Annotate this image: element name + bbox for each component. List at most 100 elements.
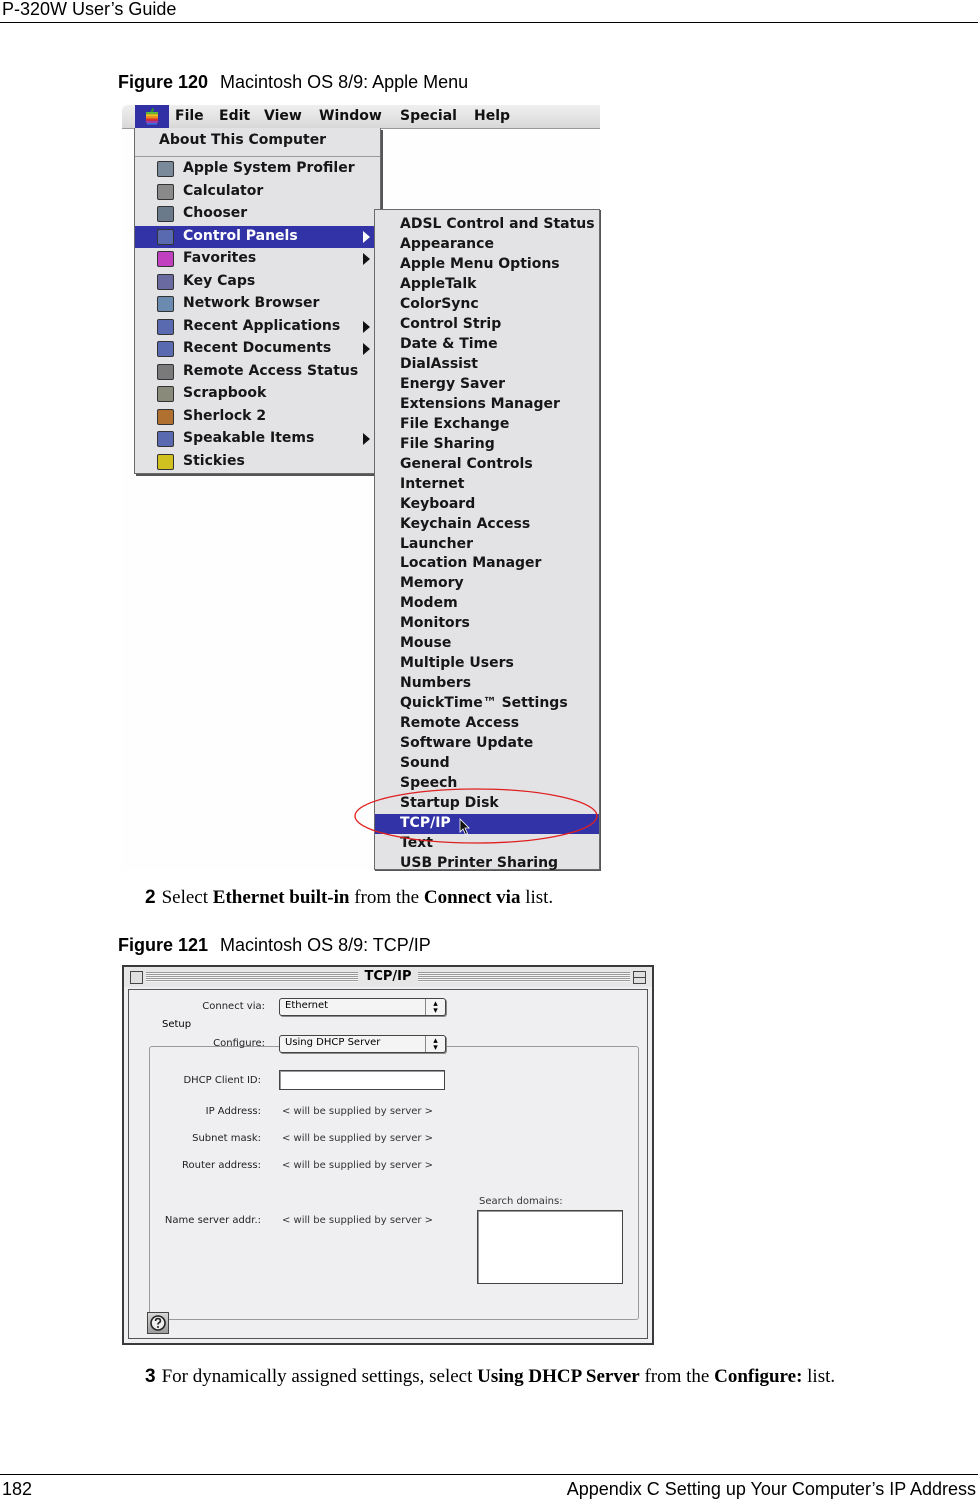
apple-menu-item[interactable]: Control Panels: [135, 225, 380, 248]
control-panel-item[interactable]: File Exchange: [375, 415, 599, 435]
about-this-computer-item[interactable]: About This Computer: [135, 128, 380, 157]
control-panels-folder-icon: [157, 228, 174, 245]
step-text: Select: [161, 887, 213, 908]
control-panel-item[interactable]: USB Printer Sharing: [375, 854, 599, 874]
menu-item-label: Network Browser: [183, 295, 320, 311]
apple-menu-item[interactable]: Recent Applications: [135, 316, 380, 338]
menu-view[interactable]: View: [264, 108, 302, 124]
menu-help[interactable]: Help: [474, 108, 510, 124]
control-panel-item[interactable]: ADSL Control and Status: [375, 215, 599, 235]
chapter-title: Appendix C Setting up Your Computer’s IP…: [566, 1479, 976, 1499]
control-panel-item[interactable]: Sound: [375, 754, 599, 774]
tcpip-window: TCP/IP Connect via: Ethernet ▴ ▾ Setup Co…: [122, 965, 654, 1345]
menu-file[interactable]: File: [175, 108, 204, 124]
control-panel-item[interactable]: File Sharing: [375, 435, 599, 455]
menu-edit[interactable]: Edit: [219, 108, 250, 124]
menu-item-label: Extensions Manager: [400, 395, 560, 412]
apple-menu-item[interactable]: Stickies: [135, 451, 380, 473]
control-panel-item[interactable]: DialAssist: [375, 355, 599, 375]
control-panel-item[interactable]: Multiple Users: [375, 654, 599, 674]
apple-menu-dropdown: About This Computer Apple System Profile…: [134, 128, 381, 474]
menu-item-label: ColorSync: [400, 295, 479, 312]
control-panel-item[interactable]: Monitors: [375, 614, 599, 634]
step-text-bold: Configure:: [714, 1366, 803, 1387]
apple-menu-item[interactable]: Key Caps: [135, 271, 380, 293]
apple-menu-item[interactable]: Speakable Items: [135, 428, 380, 450]
submenu-arrow-icon: [363, 320, 370, 333]
apple-menu-item[interactable]: Network Browser: [135, 293, 380, 315]
control-panel-item[interactable]: Memory: [375, 574, 599, 594]
configure-popup[interactable]: Using DHCP Server ▴ ▾: [279, 1035, 446, 1053]
menu-item-label: File Sharing: [400, 435, 495, 452]
menu-item-label: ADSL Control and Status: [400, 216, 595, 232]
apple-menu-screenshot: File Edit View Window Special Help About…: [122, 105, 600, 871]
configure-label: Configure:: [213, 1038, 265, 1049]
apple-menu-item[interactable]: Apple System Profiler: [135, 158, 380, 180]
network-browser-icon: [157, 296, 174, 312]
menu-item-label: Energy Saver: [400, 375, 506, 392]
menu-item-label: Recent Applications: [183, 317, 341, 334]
control-panel-item[interactable]: Launcher: [375, 535, 599, 555]
control-panel-item[interactable]: ColorSync: [375, 295, 599, 315]
step-number: 2: [145, 887, 156, 908]
menu-window[interactable]: Window: [319, 108, 382, 124]
apple-menu-item[interactable]: Recent Documents: [135, 338, 380, 360]
router-address-label: Router address:: [182, 1160, 261, 1171]
window-title-bar[interactable]: TCP/IP: [124, 967, 652, 987]
menu-item-label: Keyboard: [400, 495, 476, 512]
apple-menu-item[interactable]: Favorites: [135, 248, 380, 270]
control-panel-item[interactable]: Internet: [375, 475, 599, 495]
popup-arrows-icon: ▴ ▾: [425, 999, 445, 1015]
menu-item-label: Speakable Items: [183, 430, 315, 446]
connect-via-popup[interactable]: Ethernet ▴ ▾: [279, 998, 446, 1016]
control-panel-item[interactable]: Modem: [375, 594, 599, 614]
control-panel-item[interactable]: AppleTalk: [375, 275, 599, 295]
step-text: from the: [349, 887, 424, 908]
apple-menu-item[interactable]: Calculator: [135, 181, 380, 203]
control-panel-item[interactable]: Energy Saver: [375, 375, 599, 395]
menu-item-label: Favorites: [183, 250, 257, 266]
menu-item-label: Location Manager: [400, 555, 542, 572]
menu-item-label: Multiple Users: [400, 655, 514, 672]
menu-item-label: USB Printer Sharing: [400, 855, 559, 872]
menu-item-label: Launcher: [400, 535, 473, 552]
menu-item-label: Chooser: [183, 205, 248, 221]
menu-item-label: Scrapbook: [183, 385, 267, 401]
figure-label: Figure 121: [118, 935, 209, 955]
control-panel-item[interactable]: Software Update: [375, 734, 599, 754]
apple-menu-item[interactable]: Sherlock 2: [135, 406, 380, 428]
control-panel-item[interactable]: Keyboard: [375, 495, 599, 515]
apple-menu-button[interactable]: [135, 105, 169, 128]
router-address-value: < will be supplied by server >: [282, 1160, 434, 1171]
control-panel-item[interactable]: Numbers: [375, 674, 599, 694]
help-button[interactable]: [147, 1312, 169, 1334]
control-panel-item[interactable]: Date & Time: [375, 335, 599, 355]
apple-menu-item[interactable]: Chooser: [135, 203, 380, 225]
page-number: 182: [2, 1479, 33, 1499]
search-domains-label: Search domains:: [479, 1196, 563, 1207]
step-text-bold: Using DHCP Server: [477, 1366, 640, 1387]
apple-menu-item[interactable]: Scrapbook: [135, 383, 380, 405]
step-text: For dynamically assigned settings, selec…: [161, 1366, 478, 1387]
guide-title: P-320W User’s Guide: [2, 0, 177, 19]
popup-arrows-icon: ▴ ▾: [425, 1036, 445, 1052]
control-panel-item[interactable]: Extensions Manager: [375, 395, 599, 415]
control-panel-item[interactable]: Appearance: [375, 235, 599, 255]
search-domains-field[interactable]: [477, 1210, 623, 1284]
control-panel-item[interactable]: Remote Access: [375, 714, 599, 734]
control-panel-item[interactable]: Apple Menu Options: [375, 255, 599, 275]
setup-group-label: Setup: [159, 1019, 195, 1030]
collapse-box-icon[interactable]: [633, 971, 646, 984]
control-panel-item[interactable]: Control Strip: [375, 315, 599, 335]
control-panel-item[interactable]: Mouse: [375, 634, 599, 654]
dhcp-client-id-field[interactable]: [279, 1070, 445, 1090]
control-panel-item[interactable]: QuickTime™ Settings: [375, 694, 599, 714]
control-panel-item[interactable]: General Controls: [375, 455, 599, 475]
apple-menu-item[interactable]: Remote Access Status: [135, 361, 380, 383]
control-panel-item[interactable]: Location Manager: [375, 554, 599, 574]
submenu-arrow-icon: [363, 433, 370, 445]
control-panel-item[interactable]: Keychain Access: [375, 515, 599, 535]
menu-special[interactable]: Special: [400, 108, 457, 124]
menu-bar: File Edit View Window Special Help: [122, 105, 600, 129]
menu-item-label: QuickTime™ Settings: [400, 695, 568, 712]
